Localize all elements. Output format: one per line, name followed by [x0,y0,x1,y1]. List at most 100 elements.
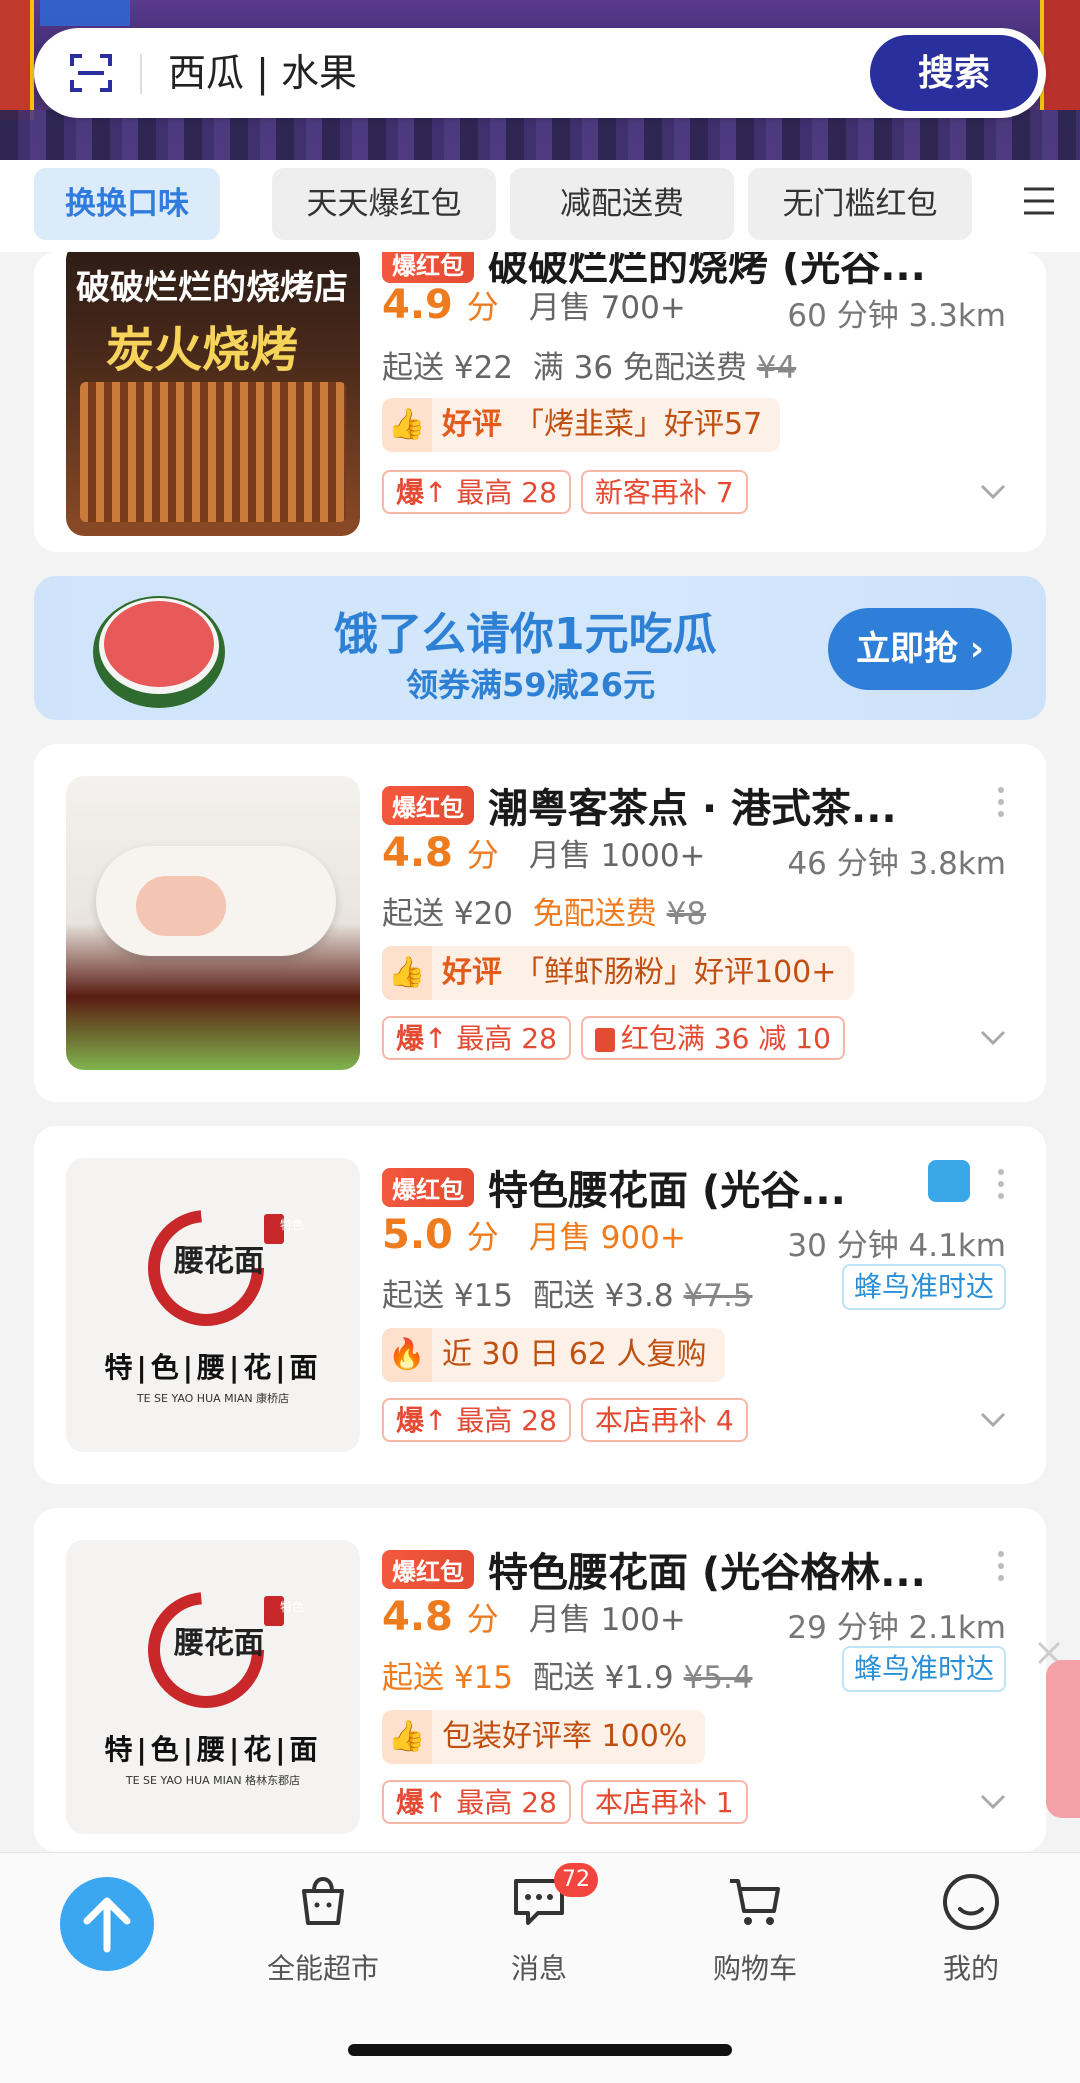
thumb-caption: 破破烂烂的烧烤店 [76,268,348,308]
flame-icon: 🔥 [382,1328,432,1382]
chevron-down-icon[interactable] [980,1030,1006,1046]
tab-reduce-delivery[interactable]: 减配送费 [510,168,734,240]
grab-button[interactable]: 立即抢 › [828,608,1012,690]
logo-tag: 特色 [280,1218,305,1232]
watermelon-icon [93,596,225,708]
tab-red-packet[interactable]: 天天爆红包 [272,168,496,240]
search-divider [140,54,142,94]
tab-change-taste[interactable]: 换换口味 [34,168,220,240]
delivery-time: 29 分钟 2.1km [787,1610,1006,1646]
store-thumbnail [66,776,360,1070]
store-name: 特色腰花面 (光谷格林... [488,1550,926,1596]
back-to-top-button[interactable] [60,1877,154,1971]
skewers-image [80,382,346,522]
min-order: 起送 ¥15 [382,1660,514,1696]
nav-label: 购物车 [712,1952,797,1985]
promo-banner[interactable]: 饿了么请你1元吃瓜 领券满59减26元 立即抢 › [34,576,1046,720]
coupon-tag[interactable]: 红包满 36 减 10 [580,1016,845,1060]
more-icon[interactable] [996,1164,1006,1204]
search-button[interactable]: 搜索 [870,35,1038,111]
chevron-down-icon[interactable] [980,1412,1006,1428]
scan-icon[interactable] [68,50,114,96]
monthly-sales: 月售 700+ [528,290,686,326]
fee-row: 起送 ¥20 免配送费 ¥8 [382,888,1006,933]
nav-label: 消息 [510,1952,567,1985]
menu-icon[interactable] [1018,180,1060,222]
logo-subtitle: TE SE YAO HUA MIAN 格林东郡店 [125,1774,301,1787]
search-bar[interactable]: 西瓜 | 水果 搜索 [34,28,1046,118]
logo-title: 特|色|腰|花|面 [104,1351,322,1384]
min-order: 起送 ¥15 [382,1278,514,1314]
arrow-up-icon [83,1897,131,1953]
store-info: 爆红包 特色腰花面 (光谷... 5.0 分月售 900+ 30 分钟 4.1km… [382,1158,1006,1484]
fengniao-badge: 蜂鸟准时达 [841,1646,1006,1692]
banner-subtitle: 领券满59减26元 [406,666,656,704]
fee-row: 起送 ¥15 配送 ¥1.9 ¥5.4 蜂鸟准时达 [382,1646,1006,1697]
fee-row: 起送 ¥22 满 36 免配送费 ¥4 [382,342,1006,387]
floating-ad[interactable] [1046,1660,1080,1818]
banner-title: 饿了么请你1元吃瓜 [334,609,717,660]
logo-text: 腰花面 [174,1626,264,1661]
coupon-tag[interactable]: 本店再补 4 [580,1398,748,1442]
coupon-tag[interactable]: 本店再补 1 [580,1780,748,1824]
coupon-tag[interactable]: 爆↑ 最高 28 [382,1016,571,1060]
store-score: 4.9 分 [382,282,499,328]
neon-sign-left [0,0,34,120]
neon-sign-top [40,0,130,26]
old-fee: ¥4 [756,350,797,386]
store-card[interactable]: 腰花面 特色 特|色|腰|花|面 TE SE YAO HUA MIAN 格林东郡… [34,1508,1046,1852]
coupon-tag[interactable]: 爆↑ 最高 28 [382,1780,571,1824]
store-thumbnail: 破破烂烂的烧烤店 炭火烧烤 [66,252,360,536]
delivery-fee: 配送 ¥3.8 [532,1278,674,1314]
delivery-time: 30 分钟 4.1km [787,1228,1006,1264]
store-info: 爆红包 特色腰花面 (光谷格林... 4.8 分月售 100+ 29 分钟 2.1… [382,1540,1006,1852]
review-pill: 👍 好评 「烤韭菜」好评57 [382,398,781,452]
store-name: 特色腰花面 (光谷... [488,1168,846,1214]
nav-profile[interactable]: 我的 [896,1871,1046,1987]
logo-tag: 特色 [280,1600,305,1614]
store-score: 4.8 分 [382,1594,499,1640]
logo-title: 特|色|腰|花|面 [104,1733,322,1766]
cart-icon [730,1879,780,1925]
thumbs-up-icon: 👍 [382,1710,432,1764]
more-icon[interactable] [996,1546,1006,1586]
nav-supermarket[interactable]: 全能超市 [248,1871,398,1987]
old-fee: ¥8 [666,896,707,932]
monthly-sales: 月售 100+ [528,1602,686,1638]
old-fee: ¥7.5 [683,1278,753,1314]
min-order: 起送 ¥22 [382,350,514,386]
fee-row: 起送 ¥15 配送 ¥3.8 ¥7.5 蜂鸟准时达 [382,1264,1006,1315]
store-card[interactable]: 爆红包 潮粤客茶点 · 港式茶... 4.8 分月售 1000+ 46 分钟 3.… [34,744,1046,1102]
monthly-sales: 月售 900+ [528,1220,686,1256]
chevron-down-icon[interactable] [980,484,1006,500]
old-fee: ¥5.4 [683,1660,753,1696]
nav-cart[interactable]: 购物车 [680,1871,830,1987]
red-packet-icon [594,1028,615,1052]
review-pill: 👍 好评 「鲜虾肠粉」好评100+ [382,946,855,1000]
thumbs-up-icon: 👍 [382,398,432,452]
shrimp-image [136,876,226,936]
search-input[interactable]: 西瓜 | 水果 [168,50,357,96]
delivery-time: 60 分钟 3.3km [787,298,1006,334]
repurchase-pill: 🔥 近 30 日 62 人复购 [382,1328,725,1382]
store-info: 爆红包 潮粤客茶点 · 港式茶... 4.8 分月售 1000+ 46 分钟 3.… [382,776,1006,1102]
heart-shield-icon [928,1160,970,1202]
coupon-tag[interactable]: 爆↑ 最高 28 [382,470,571,514]
tab-no-threshold[interactable]: 无门槛红包 [748,168,972,240]
neon-sign-right [1040,0,1080,110]
hot-tag: 爆红包 [382,785,474,825]
delivery-fee: 满 36 免配送费 [532,350,747,386]
monthly-sales: 月售 1000+ [528,838,706,874]
delivery-time: 46 分钟 3.8km [787,846,1006,882]
coupon-tag[interactable]: 新客再补 7 [580,470,748,514]
min-order: 起送 ¥20 [382,896,514,932]
coupon-tag[interactable]: 爆↑ 最高 28 [382,1398,571,1442]
store-thumbnail: 腰花面 特色 特|色|腰|花|面 TE SE YAO HUA MIAN 康桥店 [66,1158,360,1452]
chevron-down-icon[interactable] [980,1794,1006,1810]
store-card[interactable]: 破破烂烂的烧烤店 炭火烧烤 爆红包 破破烂烂的烧烤 (光谷... 4.9 分月售 … [34,252,1046,552]
store-card[interactable]: 腰花面 特色 特|色|腰|花|面 TE SE YAO HUA MIAN 康桥店 … [34,1126,1046,1484]
nav-messages[interactable]: 72 消息 [464,1863,614,1987]
more-icon[interactable] [996,782,1006,822]
delivery-fee: 配送 ¥1.9 [532,1660,674,1696]
thumb-title: 炭火烧烤 [106,322,299,378]
